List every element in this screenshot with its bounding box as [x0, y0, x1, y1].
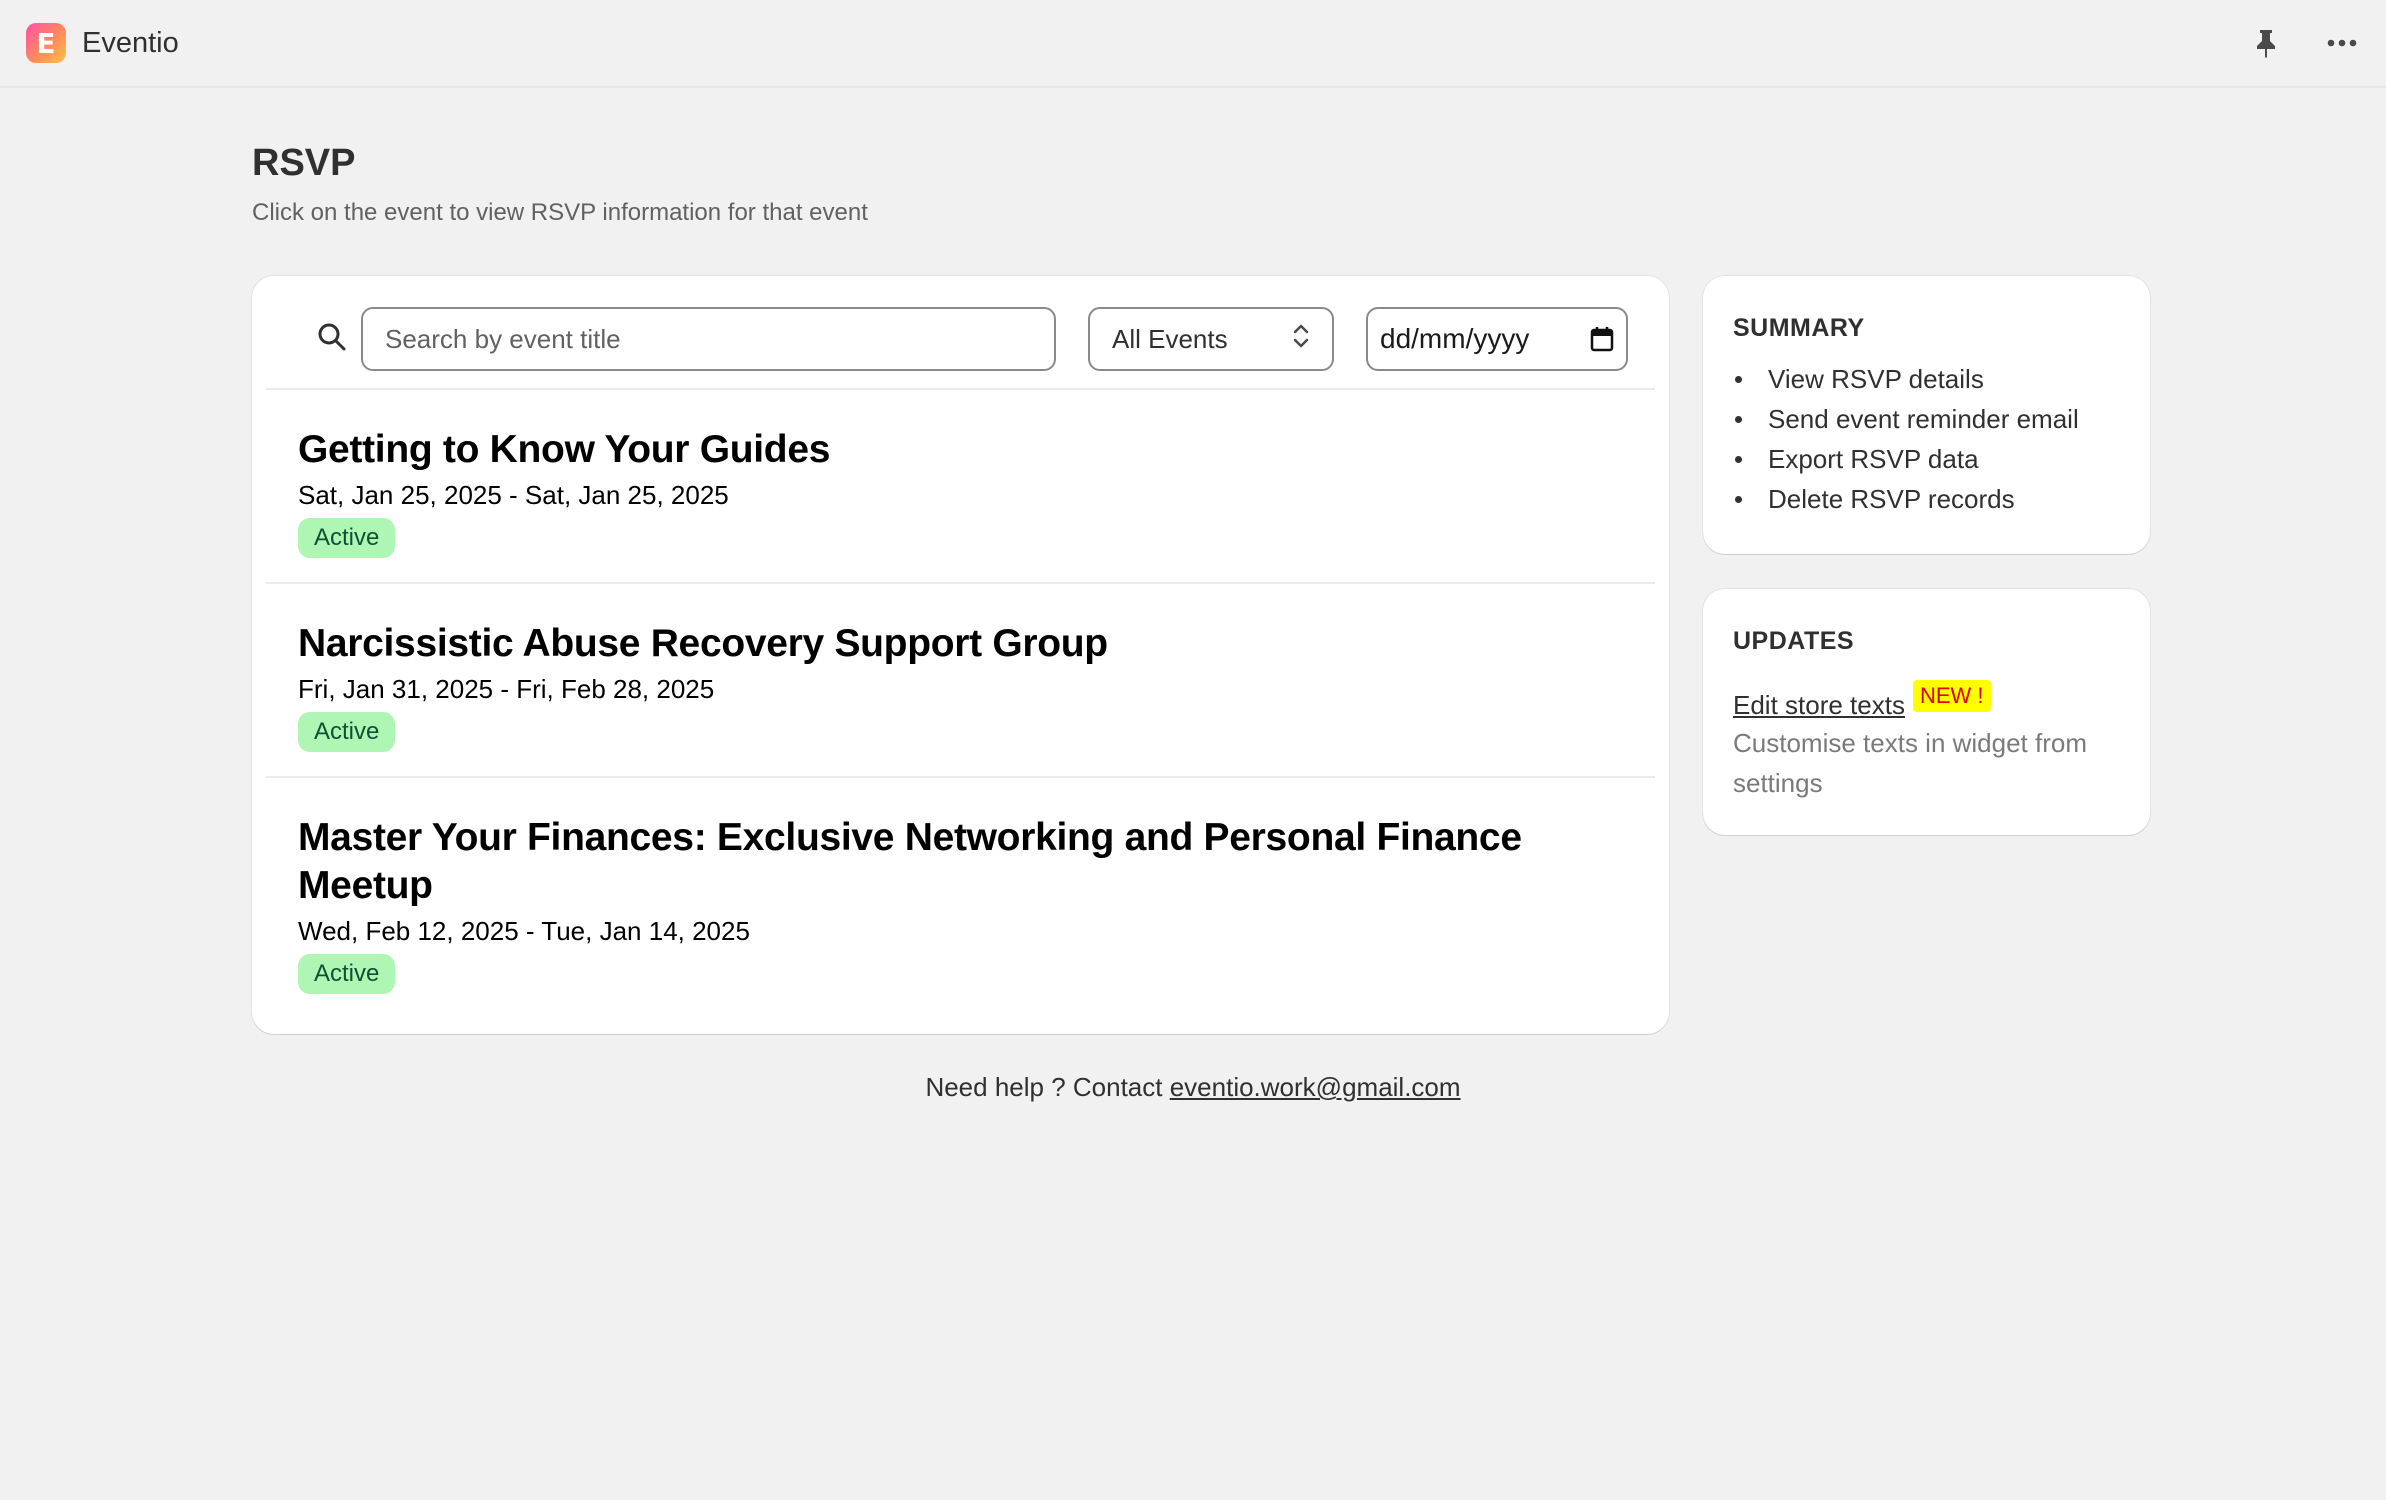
update-row: Edit store texts NEW !: [1733, 680, 2120, 721]
pin-icon[interactable]: [2248, 25, 2284, 61]
new-badge: NEW !: [1912, 680, 1991, 712]
event-filter-select[interactable]: All Events: [1088, 307, 1334, 371]
summary-item: Export RSVP data: [1733, 439, 2120, 479]
summary-item: View RSVP details: [1733, 359, 2120, 399]
select-arrows-icon: [1292, 321, 1310, 358]
updates-card: UPDATES Edit store texts NEW ! Customise…: [1703, 589, 2150, 835]
page-title: RSVP: [252, 142, 356, 184]
event-title: Narcissistic Abuse Recovery Support Grou…: [298, 622, 1108, 665]
update-description: Customise texts in widget from settings: [1733, 728, 2088, 798]
status-badge: Active: [298, 712, 396, 752]
more-horizontal-icon[interactable]: [2324, 25, 2360, 61]
summary-list: View RSVP details Send event reminder em…: [1733, 359, 2120, 519]
help-footer: Need help ? Contact eventio.work@gmail.c…: [0, 1072, 2386, 1103]
page-subtitle: Click on the event to view RSVP informat…: [252, 199, 868, 226]
edit-store-texts-link[interactable]: Edit store texts: [1733, 690, 1905, 721]
app-name: Eventio: [82, 26, 179, 59]
event-filter-value: All Events: [1112, 323, 1228, 354]
status-badge: Active: [298, 954, 396, 994]
event-title: Getting to Know Your Guides: [298, 428, 831, 471]
event-title: Master Your Finances: Exclusive Networki…: [298, 816, 1522, 907]
search-icon: [316, 321, 348, 353]
summary-item: Delete RSVP records: [1733, 479, 2120, 519]
summary-item: Send event reminder email: [1733, 399, 2120, 439]
summary-heading: SUMMARY: [1733, 314, 1865, 342]
help-email-link[interactable]: eventio.work@gmail.com: [1170, 1072, 1461, 1102]
calendar-icon[interactable]: [1590, 326, 1614, 352]
date-filter-input[interactable]: dd/mm/yyyy: [1366, 307, 1628, 371]
event-item[interactable]: Master Your Finances: Exclusive Networki…: [266, 778, 1655, 1032]
event-dates: Wed, Feb 12, 2025 - Tue, Jan 14, 2025: [298, 916, 750, 946]
events-card: All Events dd/mm/yyyy Getting t: [252, 276, 1669, 1034]
event-dates: Sat, Jan 25, 2025 - Sat, Jan 25, 2025: [298, 480, 729, 510]
filter-bar: All Events dd/mm/yyyy: [266, 276, 1655, 390]
event-list: Getting to Know Your Guides Sat, Jan 25,…: [266, 390, 1655, 1032]
app-logo: E: [26, 23, 66, 63]
date-placeholder: dd/mm/yyyy: [1380, 323, 1530, 354]
status-badge: Active: [298, 518, 396, 558]
help-prefix: Need help ? Contact: [925, 1072, 1170, 1102]
topbar-actions: [2248, 25, 2360, 61]
event-item[interactable]: Narcissistic Abuse Recovery Support Grou…: [266, 584, 1655, 778]
app-topbar: E Eventio: [0, 0, 2386, 88]
search-input[interactable]: [361, 307, 1056, 371]
event-dates: Fri, Jan 31, 2025 - Fri, Feb 28, 2025: [298, 674, 715, 704]
event-item[interactable]: Getting to Know Your Guides Sat, Jan 25,…: [266, 390, 1655, 584]
updates-heading: UPDATES: [1733, 627, 1855, 655]
summary-card: SUMMARY View RSVP details Send event rem…: [1703, 276, 2150, 554]
